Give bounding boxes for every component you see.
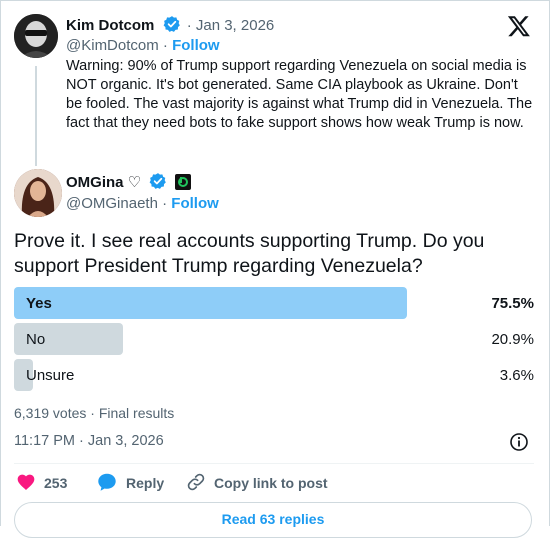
heart-icon [16,472,36,495]
link-icon [186,472,206,495]
tweet-timestamp[interactable]: 11:17 PM · Jan 3, 2026 [14,433,164,449]
separator-dot: · [162,195,168,212]
poll-option-yes[interactable]: Yes 75.5% [14,287,534,319]
quoted-handle[interactable]: @KimDotcom [66,37,159,54]
quoted-handle-row: @KimDotcom · Follow [66,37,220,54]
verified-badge-icon [149,172,167,194]
poll-label-unsure: Unsure [26,367,75,384]
quoted-author-name-row[interactable]: Kim Dotcom · Jan 3, 2026 [66,15,274,37]
quoted-date[interactable]: · Jan 3, 2026 [187,17,275,34]
verified-badge-icon [163,15,181,37]
poll-label-no: No [26,331,46,348]
copy-link-button[interactable]: Copy link to post [186,471,328,495]
follow-kimdotcom-button[interactable]: Follow [172,37,220,54]
poll-label-yes: Yes [26,295,52,312]
omgina-avatar[interactable] [14,169,62,217]
green-badge-icon [175,174,192,194]
quoted-tweet-text: Warning: 90% of Trump support regarding … [66,58,533,131]
poll-percent-no: 20.9% [491,331,534,348]
poll-option-unsure[interactable]: Unsure 3.6% [14,359,534,391]
action-divider [14,463,534,464]
info-icon[interactable] [509,432,529,452]
main-handle[interactable]: @OMGinaeth [66,195,158,212]
poll-option-no[interactable]: No 20.9% [14,323,534,355]
main-author-name-row[interactable]: OMGina ♡ [66,172,192,194]
main-tweet-text: Prove it. I see real accounts supporting… [14,230,485,277]
likes-count: 253 [44,475,68,491]
main-handle-row: @OMGinaeth · Follow [66,195,219,212]
main-author-name[interactable]: OMGina ♡ [66,174,141,191]
separator-dot: · [162,37,168,54]
thread-connector-line [35,66,37,166]
poll-bar-yes [14,287,407,319]
x-logo-icon[interactable] [507,14,531,38]
reply-label: Reply [126,475,165,491]
like-button[interactable]: 253 [16,471,67,495]
quoted-author-name[interactable]: Kim Dotcom [66,17,154,34]
copy-link-label: Copy link to post [214,475,328,491]
poll-percent-unsure: 3.6% [499,367,534,384]
read-replies-button[interactable]: Read 63 replies [14,502,532,538]
kimdotcom-avatar[interactable] [14,14,58,58]
reply-bubble-icon [96,471,118,496]
poll-percent-yes: 75.5% [491,295,534,312]
follow-omgina-button[interactable]: Follow [171,195,219,212]
reply-button[interactable]: Reply [96,471,164,495]
poll-summary: 6,319 votes · Final results [14,405,175,421]
